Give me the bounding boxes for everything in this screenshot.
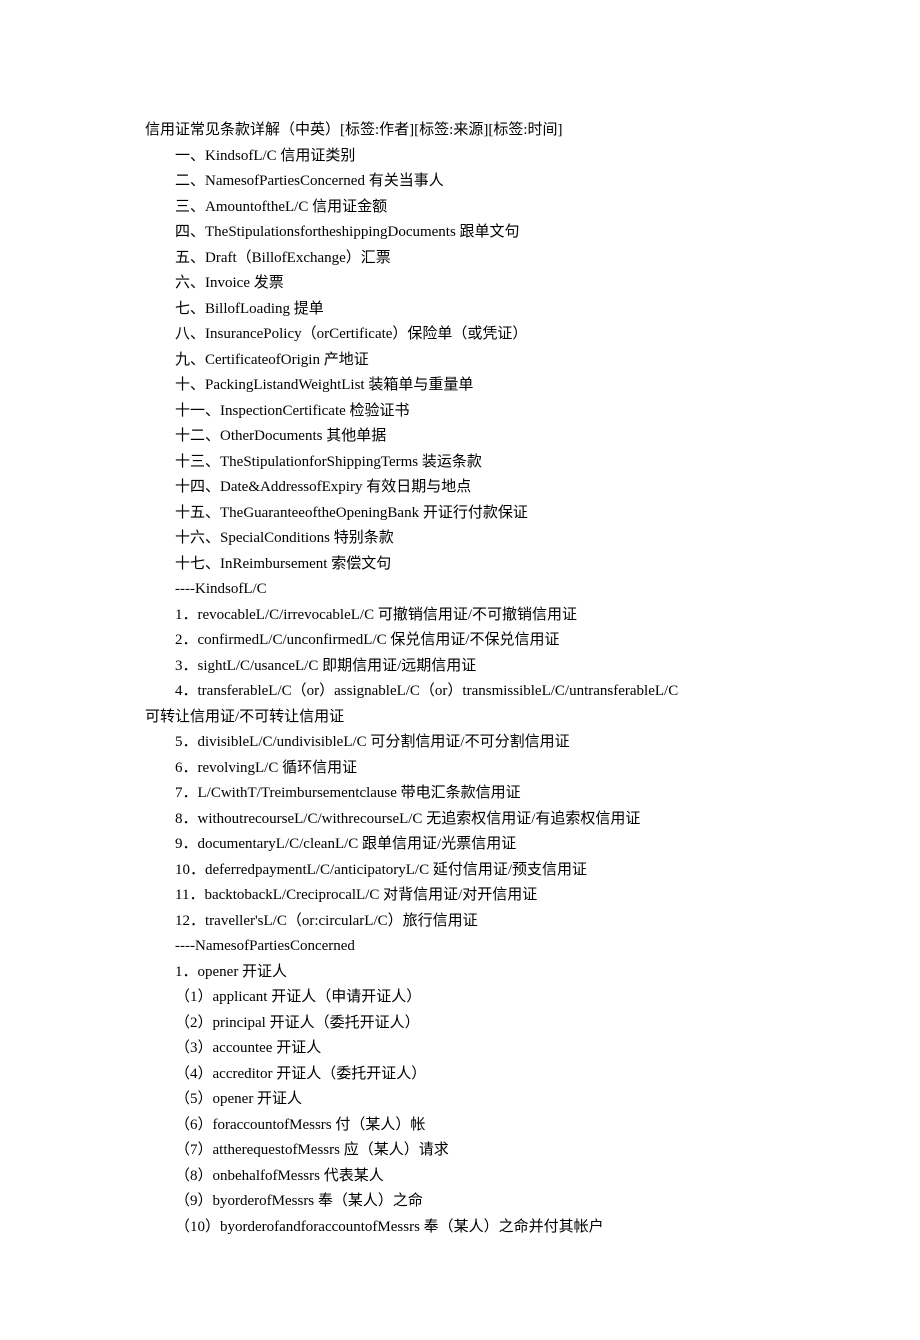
toc-item: 十七、InReimbursement 索偿文句 bbox=[145, 552, 775, 578]
list-item: 3．sightL/C/usanceL/C 即期信用证/远期信用证 bbox=[145, 654, 775, 680]
sub-list-item: （2）principal 开证人（委托开证人） bbox=[145, 1011, 775, 1037]
toc-item: 十五、TheGuaranteeoftheOpeningBank 开证行付款保证 bbox=[145, 501, 775, 527]
toc-item: 一、KindsofL/C 信用证类别 bbox=[145, 144, 775, 170]
list-item: 1．revocableL/C/irrevocableL/C 可撤销信用证/不可撤… bbox=[145, 603, 775, 629]
document-title: 信用证常见条款详解（中英）[标签:作者][标签:来源][标签:时间] bbox=[145, 118, 775, 144]
toc-item: 十一、InspectionCertificate 检验证书 bbox=[145, 399, 775, 425]
list-item: 12．traveller'sL/C（or:circularL/C）旅行信用证 bbox=[145, 909, 775, 935]
list-item: 11．backtobackL/CreciprocalL/C 对背信用证/对开信用… bbox=[145, 883, 775, 909]
list-item: 2．confirmedL/C/unconfirmedL/C 保兑信用证/不保兑信… bbox=[145, 628, 775, 654]
list-item: 9．documentaryL/C/cleanL/C 跟单信用证/光票信用证 bbox=[145, 832, 775, 858]
sub-list-item: （1）applicant 开证人（申请开证人） bbox=[145, 985, 775, 1011]
toc-item: 四、TheStipulationsfortheshippingDocuments… bbox=[145, 220, 775, 246]
toc-item: 十三、TheStipulationforShippingTerms 装运条款 bbox=[145, 450, 775, 476]
toc-item: 三、AmountoftheL/C 信用证金额 bbox=[145, 195, 775, 221]
list-item: 7．L/CwithT/Treimbursementclause 带电汇条款信用证 bbox=[145, 781, 775, 807]
toc-item: 八、InsurancePolicy（orCertificate）保险单（或凭证） bbox=[145, 322, 775, 348]
list-item: 10．deferredpaymentL/C/anticipatoryL/C 延付… bbox=[145, 858, 775, 884]
sub-list-item: （8）onbehalfofMessrs 代表某人 bbox=[145, 1164, 775, 1190]
toc-item: 二、NamesofPartiesConcerned 有关当事人 bbox=[145, 169, 775, 195]
list-item: 8．withoutrecourseL/C/withrecourseL/C 无追索… bbox=[145, 807, 775, 833]
sub-list-item: （9）byorderofMessrs 奉（某人）之命 bbox=[145, 1189, 775, 1215]
toc-item: 十二、OtherDocuments 其他单据 bbox=[145, 424, 775, 450]
toc-item: 九、CertificateofOrigin 产地证 bbox=[145, 348, 775, 374]
toc-item: 六、Invoice 发票 bbox=[145, 271, 775, 297]
toc-item: 十、PackingListandWeightList 装箱单与重量单 bbox=[145, 373, 775, 399]
toc-item: 七、BillofLoading 提单 bbox=[145, 297, 775, 323]
list-item: 5．divisibleL/C/undivisibleL/C 可分割信用证/不可分… bbox=[145, 730, 775, 756]
sub-list-item: （5）opener 开证人 bbox=[145, 1087, 775, 1113]
sub-list-item: （6）foraccountofMessrs 付（某人）帐 bbox=[145, 1113, 775, 1139]
toc-item: 十六、SpecialConditions 特别条款 bbox=[145, 526, 775, 552]
list-item: 1．opener 开证人 bbox=[145, 960, 775, 986]
sub-list-item: （3）accountee 开证人 bbox=[145, 1036, 775, 1062]
toc-item: 十四、Date&AddressofExpiry 有效日期与地点 bbox=[145, 475, 775, 501]
toc-item: 五、Draft（BillofExchange）汇票 bbox=[145, 246, 775, 272]
section-header: ----NamesofPartiesConcerned bbox=[145, 934, 775, 960]
list-item: 4．transferableL/C（or）assignableL/C（or）tr… bbox=[145, 679, 775, 705]
document-page: 信用证常见条款详解（中英）[标签:作者][标签:来源][标签:时间] 一、Kin… bbox=[0, 0, 920, 1340]
sub-list-item: （10）byorderofandforaccountofMessrs 奉（某人）… bbox=[145, 1215, 775, 1241]
list-item-continuation: 可转让信用证/不可转让信用证 bbox=[145, 705, 775, 731]
list-item: 6．revolvingL/C 循环信用证 bbox=[145, 756, 775, 782]
sub-list-item: （7）attherequestofMessrs 应（某人）请求 bbox=[145, 1138, 775, 1164]
section-header: ----KindsofL/C bbox=[145, 577, 775, 603]
sub-list-item: （4）accreditor 开证人（委托开证人） bbox=[145, 1062, 775, 1088]
